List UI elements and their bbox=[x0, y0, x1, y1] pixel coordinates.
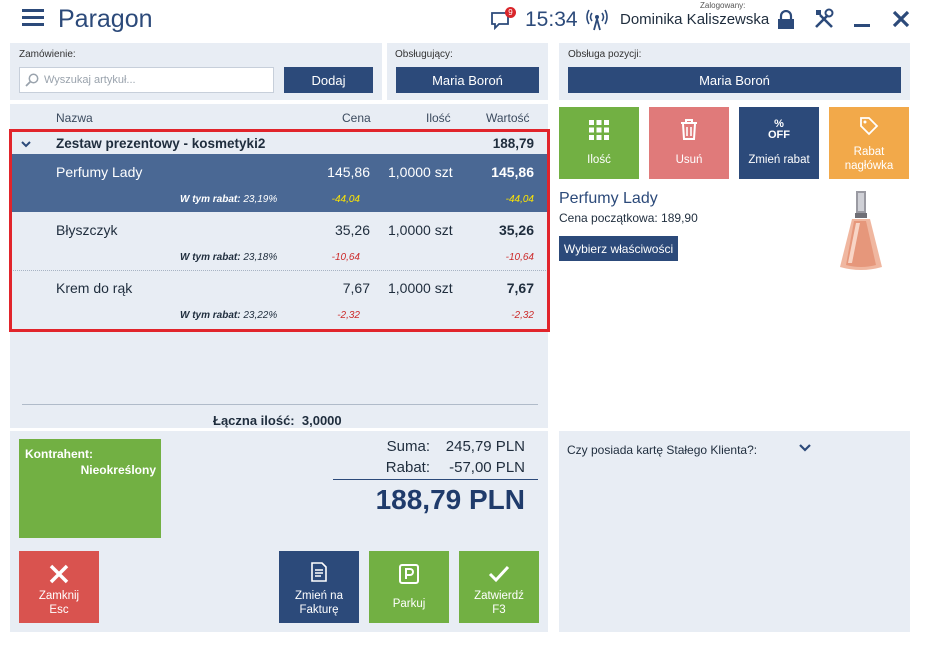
invoice-button-label: Zmień na Fakturę bbox=[295, 590, 343, 616]
delete-button-label: Usuń bbox=[675, 154, 703, 166]
quantity-button[interactable]: Ilość bbox=[559, 107, 639, 179]
checkmark-icon bbox=[488, 565, 510, 583]
column-header-value[interactable]: Wartość bbox=[486, 111, 530, 125]
trash-icon bbox=[681, 119, 697, 140]
discount-value: -57,00 PLN bbox=[449, 459, 525, 476]
messages-badge: 9 bbox=[505, 7, 516, 18]
park-button-label: Parkuj bbox=[392, 598, 426, 610]
quantity-button-label: Ilość bbox=[587, 154, 611, 166]
contractor-tile[interactable]: Kontrahent: Nieokreślony bbox=[19, 439, 161, 538]
contractor-label: Kontrahent: bbox=[25, 447, 93, 461]
select-properties-button[interactable]: Wybierz właściwości bbox=[559, 236, 678, 261]
column-header-qty[interactable]: Ilość bbox=[426, 111, 451, 125]
chevron-down-icon[interactable] bbox=[799, 443, 811, 453]
confirm-button-label: Zatwierdź F3 bbox=[474, 590, 524, 616]
sum-value: 245,79 PLN bbox=[445, 438, 525, 455]
delete-button[interactable]: Usuń bbox=[649, 107, 729, 179]
close-window-icon[interactable] bbox=[891, 9, 911, 29]
order-label: Zamówienie: bbox=[19, 49, 76, 60]
tools-icon[interactable] bbox=[813, 8, 835, 30]
park-button[interactable]: Parkuj bbox=[369, 551, 449, 623]
sum-label: Suma: bbox=[386, 438, 430, 455]
connection-signal-icon bbox=[586, 9, 608, 31]
product-name: Perfumy Lady bbox=[559, 190, 658, 207]
close-icon bbox=[49, 564, 69, 584]
grid-icon bbox=[589, 120, 609, 140]
discount-label: Rabat: bbox=[385, 459, 430, 476]
item-service-label: Obsługa pozycji: bbox=[568, 49, 642, 60]
served-by-select[interactable]: Maria Boroń bbox=[396, 67, 539, 93]
confirm-button[interactable]: Zatwierdź F3 bbox=[459, 551, 539, 623]
totals-divider bbox=[22, 404, 538, 405]
parking-icon bbox=[399, 564, 419, 584]
product-initial-price: Cena początkowa: 189,90 bbox=[559, 211, 698, 225]
logged-in-label: Zalogowany: bbox=[700, 1, 746, 10]
highlight-frame bbox=[9, 129, 550, 332]
grand-total-divider bbox=[333, 479, 538, 480]
discount-tag-icon bbox=[860, 117, 879, 136]
menu-icon[interactable] bbox=[22, 9, 44, 27]
total-quantity: Łączna ilość: 3,0000 bbox=[213, 413, 342, 428]
header-discount-label: Rabat nagłówka bbox=[844, 146, 894, 172]
app-title: Paragon bbox=[58, 5, 153, 33]
percent-off-icon: % OFF bbox=[768, 118, 790, 141]
user-name[interactable]: Dominika Kaliszewska bbox=[620, 11, 769, 28]
search-icon bbox=[25, 73, 39, 87]
served-by-label: Obsługujący: bbox=[395, 49, 453, 60]
add-button[interactable]: Dodaj bbox=[284, 67, 373, 93]
invoice-icon bbox=[311, 562, 327, 582]
header-discount-button[interactable]: Rabat nagłówka bbox=[829, 107, 909, 179]
change-discount-label: Zmień rabat bbox=[748, 154, 810, 166]
change-to-invoice-button[interactable]: Zmień na Fakturę bbox=[279, 551, 359, 623]
product-image bbox=[840, 191, 882, 270]
lock-icon[interactable] bbox=[777, 10, 795, 30]
clock: 15:34 bbox=[525, 8, 578, 31]
change-discount-button[interactable]: % OFF Zmień rabat bbox=[739, 107, 819, 179]
top-bar: Paragon 9 15:34 Zalogowany: Dominika Kal… bbox=[0, 0, 927, 40]
contractor-value: Nieokreślony bbox=[80, 463, 156, 477]
column-header-name[interactable]: Nazwa bbox=[56, 111, 93, 125]
grand-total: 188,79 PLN bbox=[375, 484, 525, 515]
close-button[interactable]: Zamknij Esc bbox=[19, 551, 99, 623]
minimize-icon[interactable] bbox=[852, 9, 872, 29]
close-button-label: Zamknij Esc bbox=[38, 590, 80, 616]
search-input[interactable] bbox=[44, 71, 269, 89]
loyalty-card-question: Czy posiada kartę Stałego Klienta?: bbox=[567, 443, 758, 457]
search-field bbox=[19, 67, 274, 93]
item-service-select[interactable]: Maria Boroń bbox=[568, 67, 901, 93]
loyalty-panel: Czy posiada kartę Stałego Klienta?: bbox=[559, 431, 910, 632]
column-header-price[interactable]: Cena bbox=[342, 111, 371, 125]
